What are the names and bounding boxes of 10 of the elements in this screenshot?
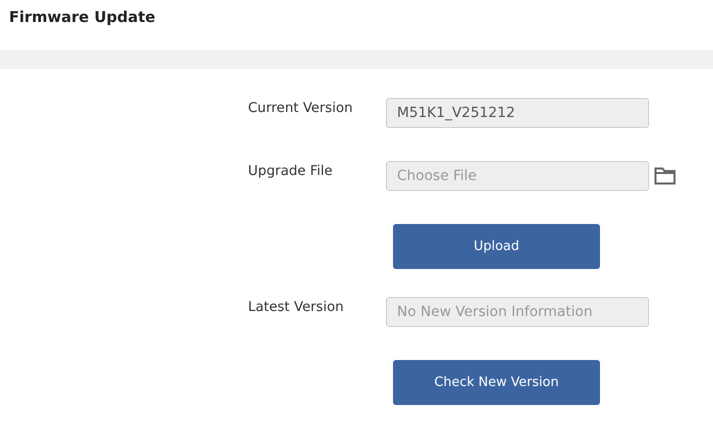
page-title: Firmware Update xyxy=(9,7,156,28)
field-label: Upgrade File xyxy=(248,162,334,181)
field-label: Latest Version xyxy=(248,298,345,317)
folder-icon[interactable] xyxy=(654,167,676,185)
text-field[interactable]: M51K1_V251212 xyxy=(386,98,649,128)
action-button[interactable]: Check New Version xyxy=(393,360,600,405)
field-label: Current Version xyxy=(248,99,354,118)
text-field[interactable]: No New Version Information xyxy=(386,297,649,327)
action-button[interactable]: Upload xyxy=(393,224,600,269)
file-field[interactable]: Choose File xyxy=(386,161,649,191)
